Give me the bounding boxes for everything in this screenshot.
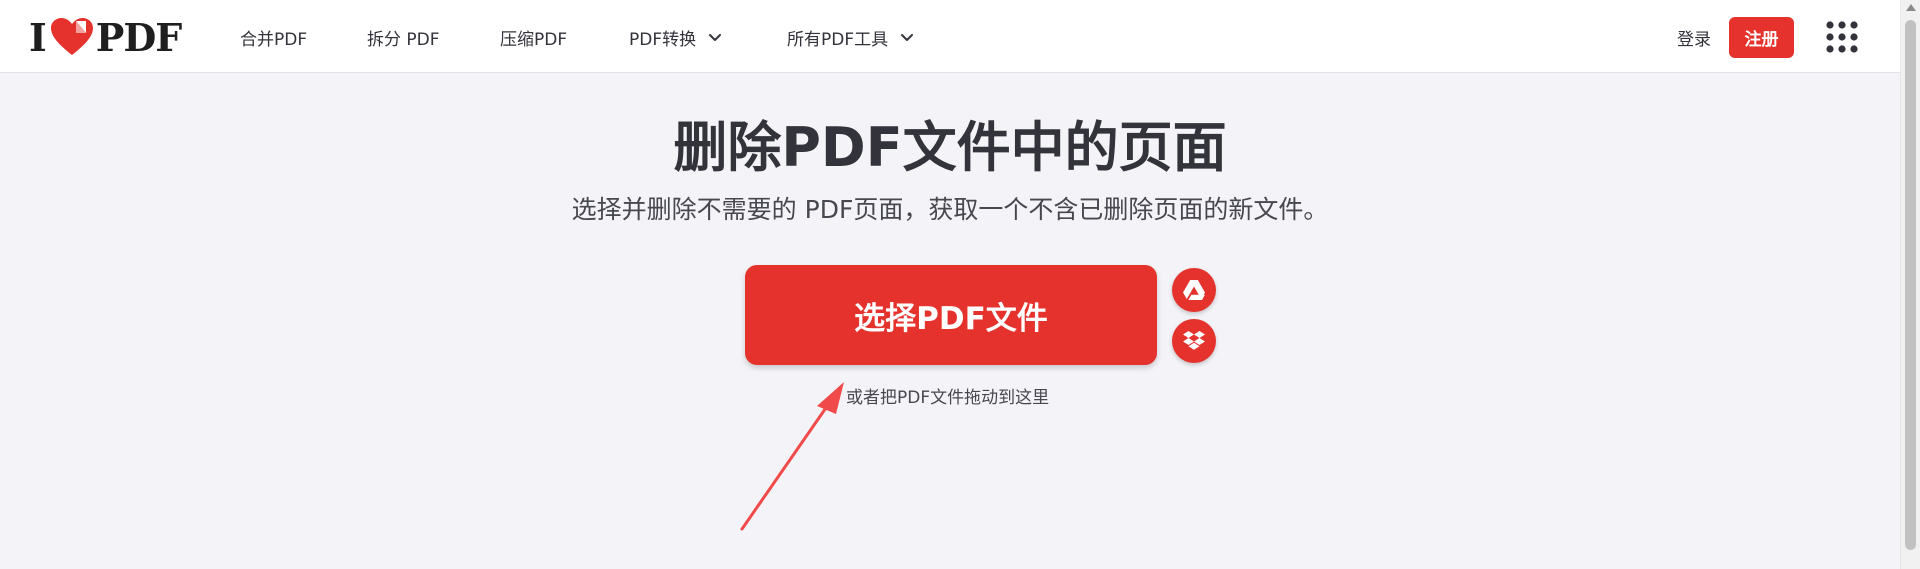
scroll-up-arrow-icon[interactable] — [1906, 4, 1916, 11]
chevron-down-icon — [709, 34, 722, 41]
nav-label: PDF转换 — [629, 29, 697, 50]
page: I PDF 合并PDF 拆分 PDF 压缩PDF PDF转换 所有PDF工具 登… — [0, 0, 1920, 569]
page-title: 删除PDF文件中的页面 — [673, 116, 1227, 179]
apps-grid-icon[interactable] — [1825, 20, 1859, 54]
nav-compress-pdf[interactable]: 压缩PDF — [500, 24, 567, 50]
scrollbar-thumb[interactable] — [1905, 20, 1916, 550]
nav-split-pdf[interactable]: 拆分 PDF — [367, 24, 440, 50]
logo-text-pdf: PDF — [95, 14, 183, 60]
dropbox-icon — [1183, 331, 1205, 350]
signup-button[interactable]: 注册 — [1729, 17, 1794, 58]
vertical-scrollbar[interactable] — [1900, 0, 1920, 569]
drop-hint-text: 或者把PDF文件拖动到这里 — [846, 388, 1050, 408]
select-pdf-button[interactable]: 选择PDF文件 — [745, 265, 1157, 365]
signup-label: 注册 — [1744, 30, 1779, 50]
nav-merge-pdf[interactable]: 合并PDF — [240, 24, 307, 50]
login-label: 登录 — [1677, 29, 1711, 50]
nav-convert-pdf[interactable]: PDF转换 — [629, 24, 722, 50]
top-navbar: I PDF 合并PDF 拆分 PDF 压缩PDF PDF转换 所有PDF工具 登… — [0, 0, 1900, 73]
ilovepdf-logo[interactable]: I PDF — [29, 14, 183, 60]
google-drive-button[interactable] — [1172, 268, 1216, 312]
select-pdf-label: 选择PDF文件 — [854, 300, 1048, 337]
logo-letter-i: I — [29, 14, 47, 60]
nav-label: 合并PDF — [240, 29, 308, 50]
nav-label: 拆分 PDF — [367, 29, 440, 50]
page-subtitle: 选择并删除不需要的 PDF页面，获取一个不含已删除页面的新文件。 — [571, 195, 1329, 224]
nav-all-pdf-tools[interactable]: 所有PDF工具 — [787, 24, 914, 50]
nav-label: 压缩PDF — [500, 29, 568, 50]
heart-logo-icon — [50, 18, 93, 55]
nav-label: 所有PDF工具 — [787, 29, 889, 50]
login-link[interactable]: 登录 — [1677, 24, 1711, 50]
google-drive-icon — [1183, 280, 1205, 300]
chevron-down-icon — [901, 34, 914, 41]
dropbox-button[interactable] — [1172, 319, 1216, 363]
